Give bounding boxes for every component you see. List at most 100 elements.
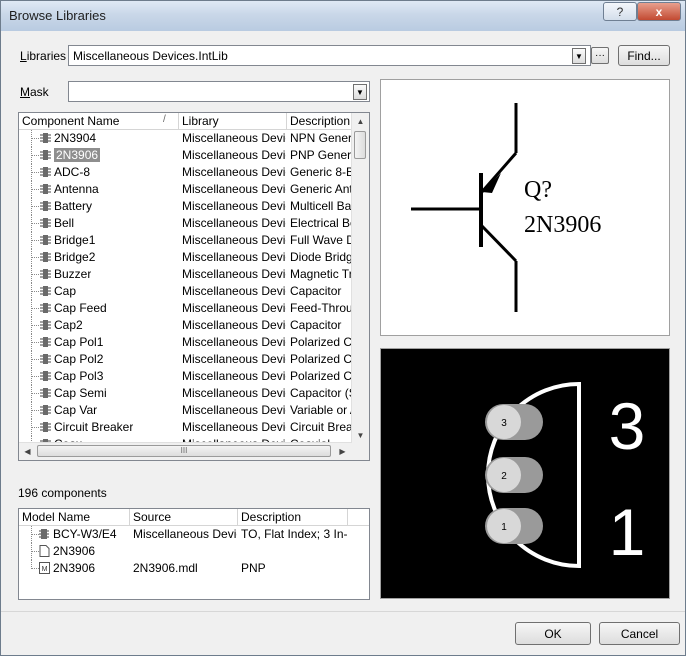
horizontal-scroll-thumb[interactable]: III xyxy=(37,445,331,457)
component-row[interactable]: Cap2 Miscellaneous Devic Capacitor xyxy=(19,317,369,334)
scroll-down-arrow[interactable]: ▼ xyxy=(352,427,369,444)
component-row[interactable]: ADC-8 Miscellaneous Devic Generic 8-B xyxy=(19,164,369,181)
component-description: Variable or A xyxy=(290,403,352,417)
component-icon xyxy=(40,337,51,347)
component-icon xyxy=(40,235,51,245)
libraries-select[interactable]: Miscellaneous Devices.IntLib ▼ xyxy=(68,45,591,66)
component-icon xyxy=(40,218,51,228)
column-divider[interactable] xyxy=(237,509,238,525)
component-row[interactable]: Circuit Breaker Miscellaneous Devic Circui… xyxy=(19,419,369,436)
model-source: Miscellaneous Devic xyxy=(133,527,237,541)
silk-label: 1 xyxy=(609,495,646,569)
mask-dropdown-button[interactable]: ▼ xyxy=(353,84,367,100)
components-table[interactable]: Component Name / Library Description 2N3… xyxy=(18,112,370,461)
tree-lines xyxy=(23,164,41,181)
component-library: Miscellaneous Devic xyxy=(182,250,286,264)
silk-label: 3 xyxy=(609,389,646,463)
component-name: Cap xyxy=(54,284,77,298)
scroll-thumb[interactable] xyxy=(354,131,366,159)
column-divider[interactable] xyxy=(286,113,287,129)
mask-input[interactable]: ▼ xyxy=(68,81,370,102)
component-icon xyxy=(40,388,51,398)
mask-label: Mask xyxy=(20,85,49,99)
component-row[interactable]: Cap Pol1 Miscellaneous Devic Polarized Ca xyxy=(19,334,369,351)
component-description: Magnetic Tr xyxy=(290,267,352,281)
tree-lines xyxy=(23,249,41,266)
libraries-select-value: Miscellaneous Devices.IntLib xyxy=(73,49,228,63)
component-icon xyxy=(40,269,51,279)
component-row[interactable]: Cap Var Miscellaneous Devic Variable or A xyxy=(19,402,369,419)
tree-lines xyxy=(23,198,41,215)
column-divider[interactable] xyxy=(178,113,179,129)
model-row[interactable]: 2N3906 xyxy=(19,543,369,560)
tree-lines xyxy=(23,351,41,368)
tree-lines xyxy=(23,368,41,385)
component-name: Bridge2 xyxy=(54,250,96,264)
ok-button[interactable]: OK xyxy=(515,622,591,645)
tree-lines xyxy=(23,419,41,436)
component-row[interactable]: Bridge2 Miscellaneous Devic Diode Bridge xyxy=(19,249,369,266)
component-name: Cap Feed xyxy=(54,301,107,315)
component-name: Cap Pol1 xyxy=(54,335,104,349)
comment-text: 2N3906 xyxy=(524,212,601,238)
component-row[interactable]: 2N3906 Miscellaneous Devic PNP General xyxy=(19,147,369,164)
scroll-right-arrow[interactable]: ▶ xyxy=(334,443,351,460)
model-row[interactable]: BCY-W3/E4 Miscellaneous Devic TO, Flat I… xyxy=(19,526,369,543)
libraries-more-button[interactable]: ··· xyxy=(591,47,609,64)
component-row[interactable]: Buzzer Miscellaneous Devic Magnetic Tr xyxy=(19,266,369,283)
models-table[interactable]: Model Name Source Description BCY-W3/E4 … xyxy=(18,508,370,600)
close-button[interactable]: x xyxy=(637,2,681,21)
component-row[interactable]: Battery Miscellaneous Devic Multicell Bat xyxy=(19,198,369,215)
svg-text:M: M xyxy=(42,566,48,573)
column-header-source[interactable]: Source xyxy=(133,510,171,524)
column-divider[interactable] xyxy=(347,509,348,525)
component-icon xyxy=(40,303,51,313)
component-description: Capacitor xyxy=(290,318,342,332)
component-name: Bridge1 xyxy=(54,233,96,247)
component-library: Miscellaneous Devic xyxy=(182,420,286,434)
column-divider[interactable] xyxy=(129,509,130,525)
component-row[interactable]: Cap Miscellaneous Devic Capacitor xyxy=(19,283,369,300)
scroll-left-arrow[interactable]: ◀ xyxy=(19,443,36,460)
tree-lines xyxy=(23,130,41,147)
pad-label: 3 xyxy=(501,418,507,429)
component-name: ADC-8 xyxy=(54,165,91,179)
components-vertical-scrollbar[interactable]: ▲ ▼ xyxy=(351,113,369,460)
title-bar[interactable]: Browse Libraries ? x xyxy=(1,1,685,31)
component-row[interactable]: Bridge1 Miscellaneous Devic Full Wave D xyxy=(19,232,369,249)
model-description: TO, Flat Index; 3 In-L xyxy=(241,527,347,541)
model-row[interactable]: M 2N3906 2N3906.mdl PNP xyxy=(19,560,369,577)
help-button[interactable]: ? xyxy=(603,2,637,21)
component-row[interactable]: Cap Pol3 Miscellaneous Devic Polarized Ca xyxy=(19,368,369,385)
libraries-label-rest: ibraries xyxy=(26,49,67,63)
document-model-icon xyxy=(39,545,50,557)
components-horizontal-scrollbar[interactable]: ◀ III ▶ xyxy=(19,442,352,460)
sort-indicator: / xyxy=(163,114,166,125)
tree-lines xyxy=(23,334,41,351)
component-row[interactable]: Cap Feed Miscellaneous Devic Feed-Throug xyxy=(19,300,369,317)
component-description: Generic 8-B xyxy=(290,165,352,179)
component-row[interactable]: Antenna Miscellaneous Devic Generic Ant xyxy=(19,181,369,198)
component-library: Miscellaneous Devic xyxy=(182,284,286,298)
component-row[interactable]: Bell Miscellaneous Devic Electrical Be xyxy=(19,215,369,232)
model-name: 2N3906 xyxy=(53,544,96,558)
component-name: Antenna xyxy=(54,182,99,196)
column-header-model-description[interactable]: Description xyxy=(241,510,301,524)
model-description: PNP xyxy=(241,561,266,575)
column-header-model-name[interactable]: Model Name xyxy=(22,510,90,524)
tree-lines xyxy=(23,232,41,249)
column-header-component-name[interactable]: Component Name xyxy=(22,114,119,128)
libraries-dropdown-button[interactable]: ▼ xyxy=(572,48,586,64)
component-row[interactable]: Cap Pol2 Miscellaneous Devic Polarized Ca xyxy=(19,351,369,368)
column-header-library[interactable]: Library xyxy=(182,114,219,128)
libraries-label-mnemonic: L xyxy=(20,49,27,63)
column-header-description[interactable]: Description xyxy=(290,114,350,128)
component-row[interactable]: 2N3904 Miscellaneous Devic NPN General xyxy=(19,130,369,147)
component-row[interactable]: Cap Semi Miscellaneous Devic Capacitor (S xyxy=(19,385,369,402)
component-description: Generic Ant xyxy=(290,182,352,196)
find-button[interactable]: Find... xyxy=(618,45,670,66)
pnp-transistor-symbol: Q? 2N3906 xyxy=(411,103,601,312)
scroll-up-arrow[interactable]: ▲ xyxy=(352,113,369,130)
cancel-button[interactable]: Cancel xyxy=(599,622,680,645)
component-description: Capacitor (S xyxy=(290,386,352,400)
